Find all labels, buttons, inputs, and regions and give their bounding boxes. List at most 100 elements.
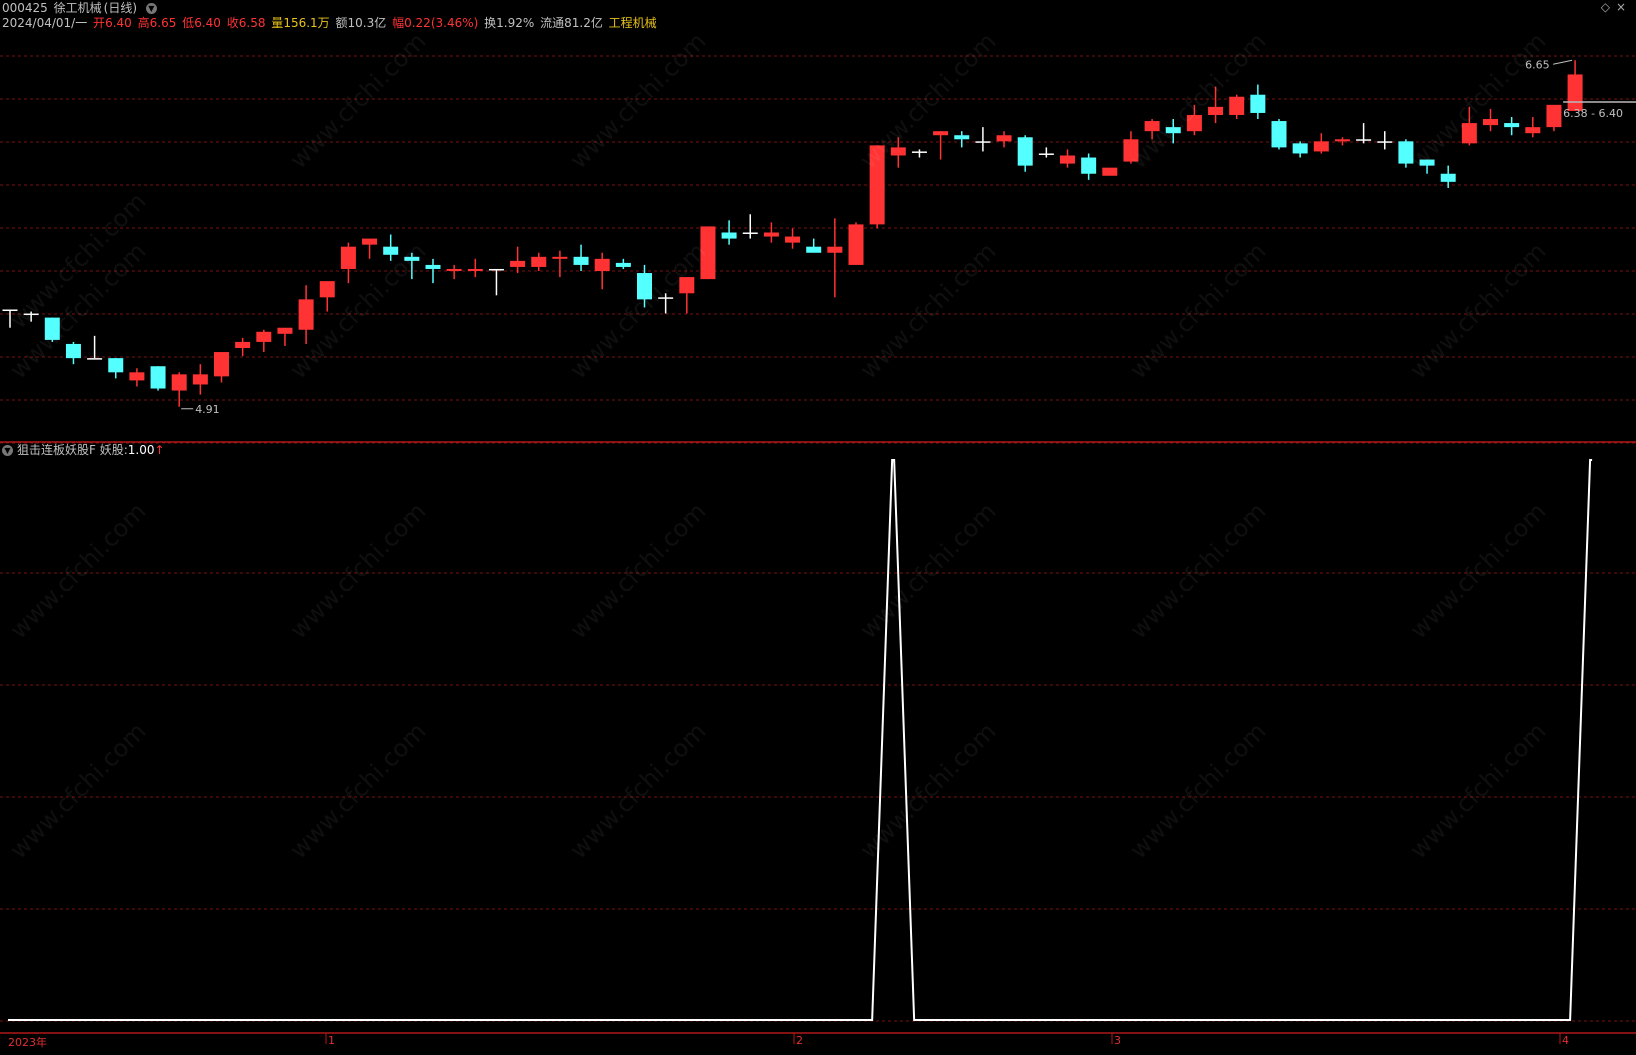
watermark: www.cfchi.com: [4, 717, 151, 864]
candle-body: [340, 246, 356, 269]
candle-body: [996, 135, 1012, 142]
sector-label[interactable]: 工程机械: [609, 16, 657, 30]
indicator-header: ▼ 狙击连板妖股F 妖股:1.00↑: [2, 442, 165, 458]
candle-body: [1038, 153, 1054, 155]
candle-body: [742, 232, 758, 234]
candle-body: [1546, 104, 1562, 128]
candle-body: [911, 151, 927, 153]
candle-body: [171, 374, 187, 391]
candle-body: [594, 258, 610, 271]
candle-body: [235, 341, 251, 348]
candle-body: [933, 131, 949, 136]
change-label: 幅: [392, 16, 405, 30]
candle-body: [1271, 121, 1287, 148]
turnover-value: 1.92%: [496, 16, 535, 30]
candle-body: [65, 343, 81, 359]
candle-body: [1017, 137, 1033, 166]
watermark: www.cfchi.com: [284, 497, 431, 644]
watermark: www.cfchi.com: [564, 27, 711, 174]
candle-body: [87, 358, 103, 360]
close-label: 收: [226, 16, 239, 30]
x-axis-label-month-2: 2: [796, 1034, 803, 1047]
candle-body: [1334, 139, 1350, 142]
low-label: 低: [182, 16, 195, 30]
open-label: 开: [93, 16, 106, 30]
candle-body: [192, 374, 208, 385]
x-axis-label-month-4: 4: [1562, 1034, 1569, 1047]
close-value: 6.58: [238, 16, 266, 30]
chevron-down-icon[interactable]: ▼: [145, 3, 157, 14]
watermark: www.cfchi.com: [564, 717, 711, 864]
watermark: www.cfchi.com: [854, 237, 1001, 384]
watermark: www.cfchi.com: [284, 27, 431, 174]
candle-body: [1567, 74, 1583, 111]
low-value: 6.40: [194, 16, 221, 30]
watermark: www.cfchi.com: [1124, 27, 1271, 174]
chart-svg[interactable]: 6.65 4.91 6.38 - 6.40 www.cfchi.com www.cfch…: [0, 0, 1636, 1052]
indicator-line: [8, 459, 1593, 1021]
candle-body: [827, 246, 843, 253]
candle-body: [362, 238, 378, 245]
candle-body: [214, 352, 229, 377]
candle-body: [721, 232, 737, 239]
watermark: www.cfchi.com: [1124, 237, 1271, 384]
candle-body: [129, 372, 145, 381]
candle-body: [277, 327, 293, 334]
indicator-value: 1.00: [127, 443, 155, 457]
candle-body: [1377, 141, 1393, 143]
candle-body: [763, 232, 779, 237]
candle-body: [1060, 155, 1075, 164]
candle-body: [1313, 141, 1329, 152]
watermark: www.cfchi.com: [284, 717, 431, 864]
candle-body: [1356, 139, 1372, 141]
candle-body: [1525, 127, 1541, 134]
indicator-name[interactable]: 狙击连板妖股F: [17, 443, 96, 457]
amount-value: 10.3亿: [347, 16, 387, 30]
candle-body: [108, 358, 124, 373]
turnover-label: 换: [484, 16, 497, 30]
watermark: www.cfchi.com: [1124, 497, 1271, 644]
stock-name: 徐工机械: [53, 1, 102, 15]
volume-label: 量: [271, 16, 284, 30]
watermark: www.cfchi.com: [1404, 27, 1551, 174]
candle-body: [1250, 94, 1266, 113]
float-label: 流通: [540, 16, 565, 30]
candle-body: [1483, 119, 1498, 126]
candle-body: [848, 224, 864, 265]
candle-body: [975, 141, 991, 143]
candle-body: [531, 256, 547, 267]
candle-body: [446, 268, 462, 271]
quote-date: 2024/04/01/一: [2, 16, 88, 30]
stock-code: 000425: [2, 1, 48, 15]
chevron-down-icon[interactable]: ▼: [2, 445, 13, 456]
candle-body: [488, 268, 504, 271]
quote-bar: 2024/04/01/一 开6.40 高6.65 低6.40 收6.58 量15…: [2, 15, 659, 31]
up-arrow-icon: ↑: [154, 443, 165, 457]
candle-body: [954, 135, 970, 140]
watermark: www.cfchi.com: [564, 497, 711, 644]
x-axis-label-month-1: 1: [328, 1034, 335, 1047]
open-value: 6.40: [105, 16, 132, 30]
high-value: 6.65: [149, 16, 177, 30]
candle-body: [256, 331, 272, 342]
candle-body: [806, 246, 822, 253]
candle-body: [1229, 96, 1245, 115]
diamond-icon[interactable]: ◇: [1601, 0, 1616, 14]
candle-body: [615, 262, 631, 267]
indicator-label: 妖股:: [99, 443, 128, 457]
chart-stage: 6.65 4.91 6.38 - 6.40 www.cfchi.com www.cfch…: [0, 0, 1636, 1052]
watermark: www.cfchi.com: [4, 497, 151, 644]
close-icon[interactable]: ×: [1616, 0, 1632, 14]
volume-value: 156.1万: [283, 16, 330, 30]
candle-body: [785, 236, 801, 243]
candle-body: [1440, 173, 1456, 182]
candle-body: [1102, 167, 1118, 176]
candle-body: [573, 256, 589, 265]
candle-body: [552, 256, 568, 259]
float-value: 81.2亿: [564, 16, 603, 30]
watermark: www.cfchi.com: [1124, 717, 1271, 864]
x-axis-label-month-3: 3: [1114, 1034, 1121, 1047]
watermark: www.cfchi.com: [854, 497, 1001, 644]
candle-body: [425, 264, 441, 269]
candle-body: [510, 260, 526, 267]
